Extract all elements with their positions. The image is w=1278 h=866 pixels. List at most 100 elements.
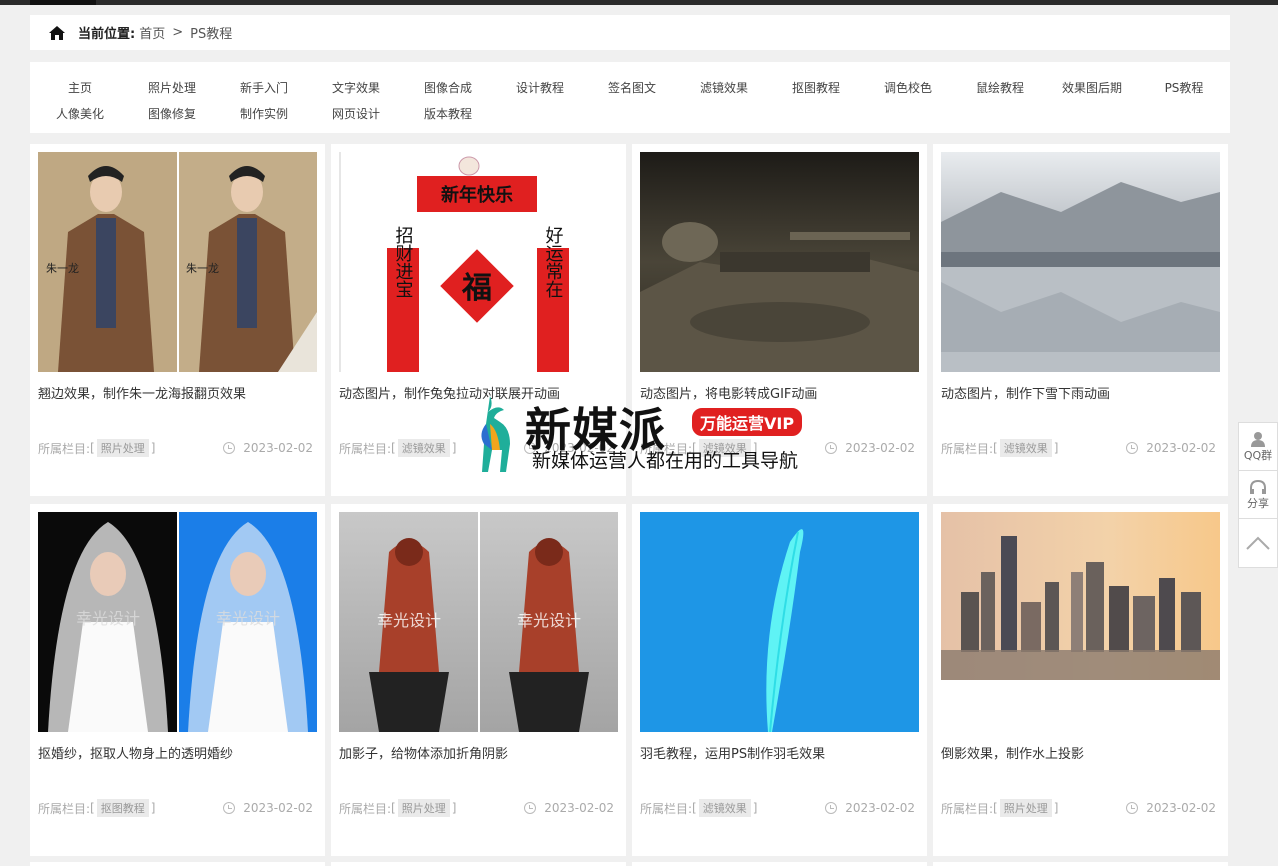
article-title[interactable]: 动态图片，制作下雪下雨动画 xyxy=(941,383,1220,402)
article-card[interactable]: 朱一龙 朱一龙 翘边效果，制作朱一龙海报翻页效果 所属栏目:[照片处理] 202… xyxy=(30,144,325,496)
article-date: 2023-02-02 xyxy=(825,801,915,815)
category-nav-row-1: 主页 照片处理 新手入门 文字效果 图像合成 设计教程 签名图文 滤镜效果 抠图… xyxy=(34,74,1230,100)
nav-item[interactable]: 新手入门 xyxy=(218,79,310,96)
nav-item[interactable]: 图像修复 xyxy=(126,105,218,122)
date-text: 2023-02-02 xyxy=(243,441,313,455)
article-thumbnail[interactable]: 幸光设计 幸光设计 xyxy=(339,512,618,732)
thumb-text: 幸光设计 xyxy=(216,609,280,628)
card-peek xyxy=(30,862,325,866)
nav-item[interactable]: 版本教程 xyxy=(402,105,494,122)
nav-item[interactable]: 效果图后期 xyxy=(1046,79,1138,96)
nav-item[interactable]: 鼠绘教程 xyxy=(954,79,1046,96)
headphones-icon xyxy=(1250,479,1266,494)
article-card[interactable]: 动态图片，制作下雪下雨动画 所属栏目:[滤镜效果] 2023-02-02 xyxy=(933,144,1228,496)
category-tag[interactable]: 滤镜效果 xyxy=(397,439,450,457)
article-meta: 所属栏目:[照片处理] 2023-02-02 xyxy=(339,799,614,817)
breadcrumb: 当前位置: 首页 > PS教程 xyxy=(30,15,1230,50)
date-text: 2023-02-02 xyxy=(845,441,915,455)
nav-item[interactable]: 制作实例 xyxy=(218,105,310,122)
article-meta: 所属栏目:[抠图教程] 2023-02-02 xyxy=(38,799,313,817)
article-thumbnail[interactable] xyxy=(640,512,919,732)
category-nav: 主页 照片处理 新手入门 文字效果 图像合成 设计教程 签名图文 滤镜效果 抠图… xyxy=(30,62,1230,133)
article-thumbnail[interactable] xyxy=(941,512,1220,732)
article-title[interactable]: 抠婚纱，抠取人物身上的透明婚纱 xyxy=(38,743,317,762)
article-thumbnail[interactable] xyxy=(941,152,1220,372)
watermark-subtitle: 新媒体运营人都在用的工具导航 xyxy=(532,450,799,472)
article-title[interactable]: 加影子，给物体添加折角阴影 xyxy=(339,743,618,762)
category-label: 所属栏目: xyxy=(339,801,392,816)
article-date: 2023-02-02 xyxy=(1126,441,1216,455)
share-label: 分享 xyxy=(1247,496,1269,510)
nav-item[interactable]: 滤镜效果 xyxy=(678,79,770,96)
article-thumbnail[interactable]: 幸光设计 幸光设计 xyxy=(38,512,317,732)
clock-icon xyxy=(223,442,236,454)
article-meta: 所属栏目:[滤镜效果] 2023-02-02 xyxy=(941,439,1216,457)
category-label: 所属栏目: xyxy=(941,441,994,456)
nav-item[interactable]: 人像美化 xyxy=(34,105,126,122)
article-title[interactable]: 倒影效果，制作水上投影 xyxy=(941,743,1220,762)
category-tag[interactable]: 照片处理 xyxy=(397,799,450,817)
card-peek xyxy=(933,862,1228,866)
back-to-top-button[interactable] xyxy=(1239,519,1277,567)
qq-group-button[interactable]: QQ群 xyxy=(1239,423,1277,471)
watermark-badge: 万能运营VIP xyxy=(690,406,805,438)
category-tag[interactable]: 照片处理 xyxy=(999,799,1052,817)
category-tag[interactable]: 滤镜效果 xyxy=(698,799,751,817)
category-tag[interactable]: 抠图教程 xyxy=(96,799,149,817)
nav-item[interactable]: 签名图文 xyxy=(586,79,678,96)
clock-icon xyxy=(1126,802,1139,814)
clock-icon xyxy=(524,802,537,814)
category-label: 所属栏目: xyxy=(38,441,91,456)
nav-item[interactable]: 调色校色 xyxy=(862,79,954,96)
thumb-text: 招财进宝 xyxy=(393,226,414,298)
article-date: 2023-02-02 xyxy=(223,801,313,815)
article-meta: 所属栏目:[照片处理] 2023-02-02 xyxy=(941,799,1216,817)
category-tag[interactable]: 滤镜效果 xyxy=(999,439,1052,457)
article-thumbnail[interactable] xyxy=(640,152,919,372)
article-title[interactable]: 羽毛教程，运用PS制作羽毛效果 xyxy=(640,743,919,762)
article-thumbnail[interactable]: 朱一龙 朱一龙 xyxy=(38,152,317,372)
article-title[interactable]: 翘边效果，制作朱一龙海报翻页效果 xyxy=(38,383,317,402)
article-date: 2023-02-02 xyxy=(524,801,614,815)
top-bar xyxy=(0,0,1278,5)
article-card[interactable]: 倒影效果，制作水上投影 所属栏目:[照片处理] 2023-02-02 xyxy=(933,504,1228,856)
breadcrumb-home-link[interactable]: 首页 xyxy=(139,23,165,42)
category-label: 所属栏目: xyxy=(640,801,693,816)
article-card[interactable]: 羽毛教程，运用PS制作羽毛效果 所属栏目:[滤镜效果] 2023-02-02 xyxy=(632,504,927,856)
thumb-text: 幸光设计 xyxy=(76,609,140,628)
date-text: 2023-02-02 xyxy=(544,801,614,815)
nav-item[interactable]: 照片处理 xyxy=(126,79,218,96)
floating-sidebar: QQ群 分享 xyxy=(1238,422,1278,568)
card-peek xyxy=(331,862,626,866)
thumb-text: 幸光设计 xyxy=(517,611,581,630)
user-icon xyxy=(1251,431,1265,447)
nav-item[interactable]: 图像合成 xyxy=(402,79,494,96)
thumb-text: 幸光设计 xyxy=(377,611,441,630)
deer-logo-icon xyxy=(481,396,510,472)
clock-icon xyxy=(223,802,236,814)
breadcrumb-current[interactable]: PS教程 xyxy=(190,23,232,42)
thumb-text: 朱一龙 xyxy=(186,262,219,275)
home-icon[interactable] xyxy=(48,25,66,41)
nav-item[interactable]: 文字效果 xyxy=(310,79,402,96)
nav-item[interactable]: 主页 xyxy=(34,79,126,96)
share-button[interactable]: 分享 xyxy=(1239,471,1277,519)
nav-item[interactable]: PS教程 xyxy=(1138,79,1230,96)
nav-item[interactable]: 网页设计 xyxy=(310,105,402,122)
clock-icon xyxy=(825,442,838,454)
nav-item[interactable]: 设计教程 xyxy=(494,79,586,96)
nav-item[interactable]: 抠图教程 xyxy=(770,79,862,96)
card-peek xyxy=(632,862,927,866)
date-text: 2023-02-02 xyxy=(845,801,915,815)
category-tag[interactable]: 照片处理 xyxy=(96,439,149,457)
thumb-text: 好运常在 xyxy=(543,226,564,298)
category-label: 所属栏目: xyxy=(38,801,91,816)
date-text: 2023-02-02 xyxy=(1146,441,1216,455)
article-meta: 所属栏目:[照片处理] 2023-02-02 xyxy=(38,439,313,457)
article-thumbnail[interactable]: 新年快乐 招财进宝 好运常在 福 xyxy=(339,152,618,372)
date-text: 2023-02-02 xyxy=(1146,801,1216,815)
article-date: 2023-02-02 xyxy=(1126,801,1216,815)
article-card[interactable]: 幸光设计 幸光设计 抠婚纱，抠取人物身上的透明婚纱 所属栏目:[抠图教程] 20… xyxy=(30,504,325,856)
thumb-text: 新年快乐 xyxy=(441,184,513,206)
article-card[interactable]: 幸光设计 幸光设计 加影子，给物体添加折角阴影 所属栏目:[照片处理] 2023… xyxy=(331,504,626,856)
